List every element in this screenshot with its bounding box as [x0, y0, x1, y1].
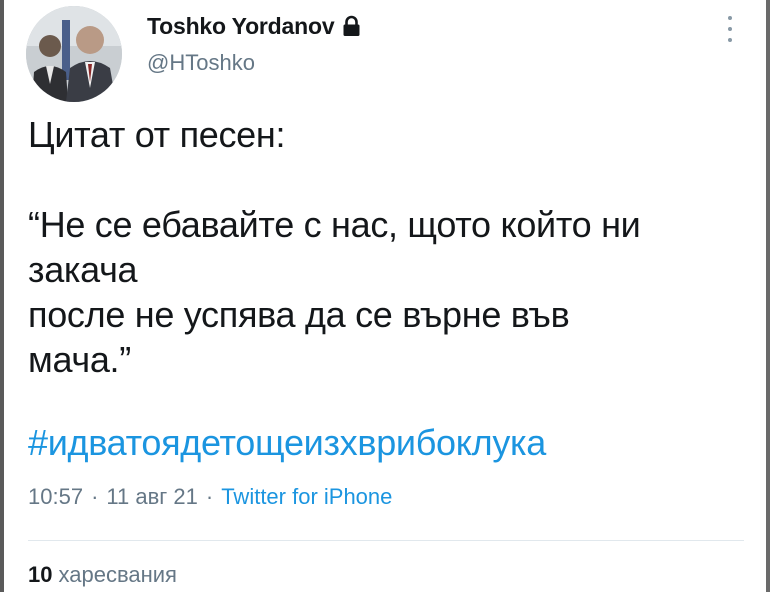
tweet-text-line: после не успява да се върне във [28, 294, 570, 335]
tweet-card: Toshko Yordanov @HToshko Цитат от песен:… [4, 0, 766, 592]
tweet-source-link[interactable]: Twitter for iPhone [221, 484, 392, 510]
author-handle[interactable]: @HToshko [147, 50, 255, 76]
tweet-text: Цитат от песен: “Не се ебавайте с нас, щ… [28, 112, 748, 382]
meta-separator: · [91, 484, 99, 509]
hashtag-link[interactable]: #идватоядетощеизхврибоклука [28, 420, 546, 465]
tweet-text-line: закача [28, 249, 138, 290]
likes-stat[interactable]: 10 харесвания [28, 562, 177, 588]
author-name-row[interactable]: Toshko Yordanov [147, 9, 361, 43]
profile-photo-icon [26, 6, 122, 102]
window-border-right [766, 0, 770, 592]
likes-label: харесвания [58, 562, 177, 587]
avatar[interactable] [26, 6, 122, 102]
tweet-time[interactable]: 10:57 [28, 484, 83, 510]
lock-icon [343, 15, 360, 36]
meta-separator: · [205, 484, 214, 509]
tweet-text-line: “Не се ебавайте с нас, щото който ни [28, 204, 641, 245]
tweet-text-line: мача.” [28, 339, 131, 380]
author-display-name[interactable]: Toshko Yordanov [147, 13, 335, 40]
more-vertical-icon[interactable] [716, 12, 744, 46]
tweet-text-line: Цитат от песен: [28, 114, 286, 155]
tweet-date[interactable]: 11 авг 21 [106, 484, 197, 510]
divider [28, 540, 744, 541]
likes-count: 10 [28, 562, 53, 587]
tweet-meta: 10:57 · 11 авг 21 · Twitter for iPhone [28, 484, 392, 510]
